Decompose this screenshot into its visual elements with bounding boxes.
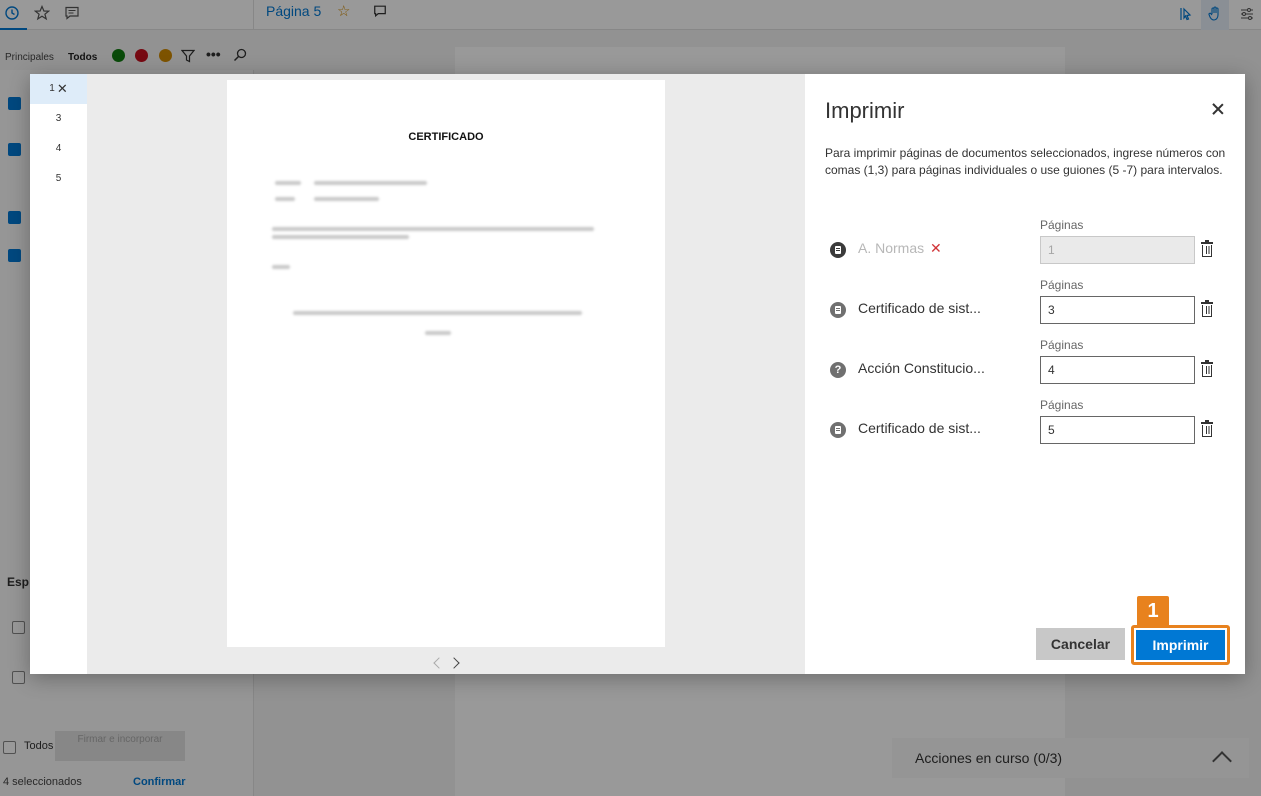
thumbnail-label: 1 (49, 83, 55, 94)
print-document-row: Certificado de sist... Páginas (825, 398, 1225, 450)
thumbnail-page-3[interactable]: 3 (30, 104, 87, 134)
document-icon (830, 242, 846, 258)
print-options-panel: Imprimir Para imprimir páginas de docume… (805, 74, 1245, 674)
trash-icon[interactable] (1201, 240, 1213, 257)
pages-input[interactable] (1040, 356, 1195, 384)
close-icon[interactable]: ✕ (57, 74, 68, 104)
document-name: A. Normas (858, 240, 925, 256)
document-heading: CERTIFICADO (408, 131, 484, 143)
document-name: Acción Constitucio... (858, 360, 985, 376)
print-document-row: A. Normas ✕ Páginas (825, 218, 1225, 270)
pages-input[interactable] (1040, 416, 1195, 444)
remove-document-icon[interactable]: ✕ (930, 240, 942, 257)
pages-label: Páginas (1040, 218, 1084, 232)
pages-label: Páginas (1040, 278, 1084, 292)
pages-label: Páginas (1040, 398, 1084, 412)
pages-input[interactable] (1040, 236, 1195, 264)
step-number-badge: 1 (1137, 596, 1169, 626)
thumbnail-page-1[interactable]: 1 ✕ (30, 74, 87, 104)
document-name: Certificado de sist... (858, 420, 981, 436)
print-instructions: Para imprimir páginas de documentos sele… (825, 146, 1226, 177)
next-page-arrow-icon[interactable] (448, 657, 460, 669)
preview-page: CERTIFICADO (227, 80, 665, 647)
trash-icon[interactable] (1201, 300, 1213, 317)
document-icon (830, 302, 846, 318)
print-button[interactable]: Imprimir (1136, 630, 1225, 660)
dialog-title: Imprimir (825, 98, 905, 123)
document-icon (830, 422, 846, 438)
print-preview: CERTIFICADO (87, 74, 805, 674)
previous-page-arrow-icon[interactable] (433, 657, 445, 669)
print-document-row: ? Acción Constitucio... Páginas (825, 338, 1225, 390)
page-navigation (430, 656, 470, 670)
document-name: Certificado de sist... (858, 300, 981, 316)
print-dialog: 1 ✕ 3 4 5 CERTIFICADO Imprimir Para impr… (30, 74, 1245, 674)
trash-icon[interactable] (1201, 360, 1213, 377)
thumbnail-label: 4 (55, 143, 62, 154)
print-button-highlight: Imprimir (1131, 625, 1230, 665)
pages-label: Páginas (1040, 338, 1084, 352)
thumbnail-page-5[interactable]: 5 (30, 164, 87, 194)
thumbnail-label: 5 (55, 173, 62, 184)
pages-input[interactable] (1040, 296, 1195, 324)
question-icon: ? (830, 362, 846, 378)
thumbnail-page-4[interactable]: 4 (30, 134, 87, 164)
thumbnail-label: 3 (55, 113, 62, 124)
close-dialog-button[interactable] (1205, 96, 1231, 122)
page-thumbnails: 1 ✕ 3 4 5 (30, 74, 87, 674)
trash-icon[interactable] (1201, 420, 1213, 437)
print-document-row: Certificado de sist... Páginas (825, 278, 1225, 330)
cancel-button[interactable]: Cancelar (1036, 628, 1125, 660)
